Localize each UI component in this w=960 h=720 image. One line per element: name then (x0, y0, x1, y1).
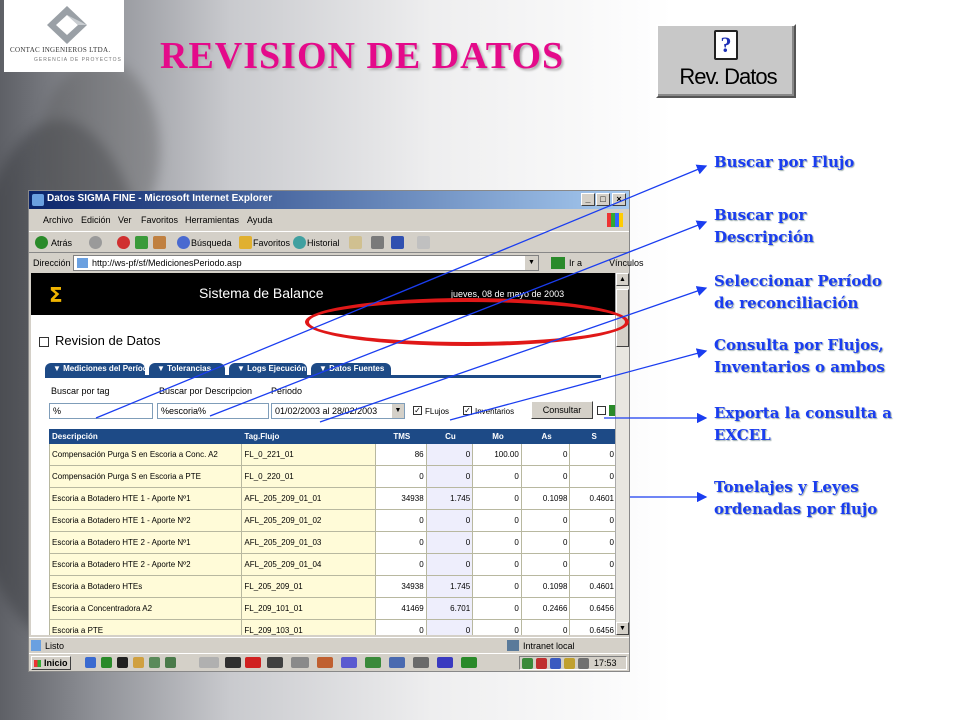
arrow-buscar-descripcion (209, 220, 708, 417)
annotation-arrows (95, 164, 708, 503)
arrow-consulta (449, 348, 708, 421)
arrow-periodo (319, 286, 708, 423)
arrow-buscar-flujo (95, 164, 708, 419)
